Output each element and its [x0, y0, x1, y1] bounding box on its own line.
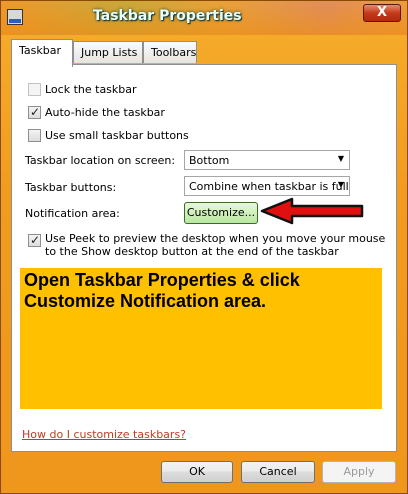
- lock-taskbar-checkbox[interactable]: [28, 82, 41, 96]
- window-title: Taskbar Properties: [93, 8, 242, 24]
- location-selected-value: Bottom: [189, 154, 230, 167]
- small-buttons-option[interactable]: Use small taskbar buttons: [28, 127, 189, 143]
- checkmark-icon: ✓: [30, 233, 41, 247]
- autohide-taskbar-label: Auto-hide the taskbar: [45, 105, 165, 119]
- lock-taskbar-label: Lock the taskbar: [45, 82, 137, 96]
- tab-toolbars[interactable]: Toolbars: [143, 41, 197, 63]
- ok-button[interactable]: OK: [161, 461, 233, 483]
- taskbar-app-icon: [7, 9, 23, 25]
- peek-checkbox[interactable]: ✓: [28, 233, 41, 247]
- tab-taskbar[interactable]: Taskbar: [11, 39, 73, 67]
- taskbar-buttons-select[interactable]: Combine when taskbar is full ▼: [184, 176, 350, 196]
- taskbar-buttons-selected-value: Combine when taskbar is full: [189, 180, 349, 193]
- cancel-button[interactable]: Cancel: [241, 461, 315, 483]
- peek-label: Use Peek to preview the desktop when you…: [45, 232, 386, 258]
- autohide-taskbar-option[interactable]: ✓ Auto-hide the taskbar: [28, 104, 165, 120]
- lock-taskbar-option[interactable]: Lock the taskbar: [28, 81, 137, 97]
- tutorial-annotation: Open Taskbar Properties & click Customiz…: [20, 268, 382, 409]
- close-button[interactable]: X: [363, 4, 401, 22]
- notification-area-label: Notification area:: [25, 207, 120, 220]
- checkmark-icon: ✓: [30, 104, 41, 119]
- location-select[interactable]: Bottom ▼: [184, 150, 350, 170]
- taskbar-tab-panel: Lock the taskbar ✓ Auto-hide the taskbar…: [11, 64, 397, 452]
- help-link[interactable]: How do I customize taskbars?: [22, 428, 186, 441]
- location-label: Taskbar location on screen:: [25, 154, 176, 167]
- autohide-taskbar-checkbox[interactable]: ✓: [28, 104, 41, 119]
- tab-jump-lists[interactable]: Jump Lists: [73, 41, 143, 63]
- small-buttons-label: Use small taskbar buttons: [45, 128, 189, 142]
- dropdown-arrow-icon: ▼: [337, 180, 344, 189]
- taskbar-buttons-label: Taskbar buttons:: [25, 181, 117, 194]
- red-arrow-pointer-icon: [260, 197, 364, 225]
- dropdown-arrow-icon: ▼: [337, 154, 344, 163]
- taskbar-properties-window: Taskbar Properties X Taskbar Jump Lists …: [0, 0, 408, 494]
- customize-button[interactable]: Customize...: [184, 202, 258, 224]
- small-buttons-checkbox[interactable]: [28, 128, 41, 142]
- apply-button[interactable]: Apply: [322, 461, 396, 483]
